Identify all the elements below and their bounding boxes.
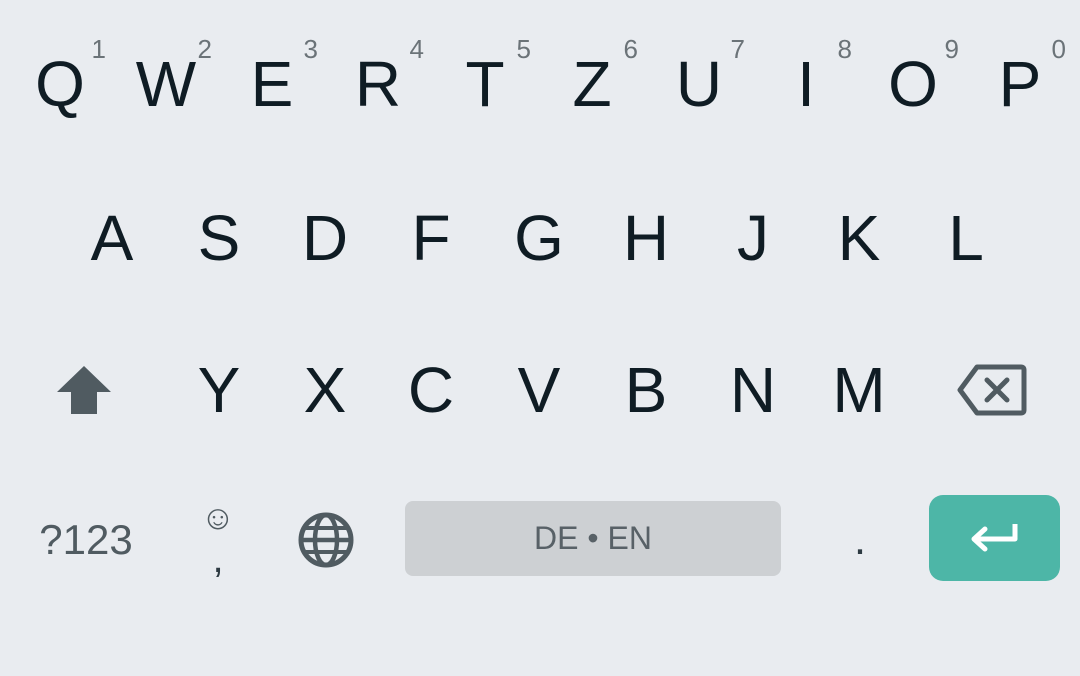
key-k[interactable]: K (807, 168, 911, 308)
keyboard: Q1 W2 E3 R4 T5 Z6 U7 I8 O9 P0 A S D F G … (0, 0, 1080, 676)
key-label: R (354, 48, 402, 120)
comma-emoji-key[interactable]: ☺ , (170, 480, 266, 600)
key-o[interactable]: O9 (861, 10, 965, 150)
key-y[interactable]: Y (167, 320, 271, 460)
key-hint: 9 (944, 34, 959, 64)
key-m[interactable]: M (807, 320, 911, 460)
key-j[interactable]: J (701, 168, 805, 308)
key-c[interactable]: C (379, 320, 483, 460)
comma-label: , (212, 537, 224, 581)
key-label: W (135, 48, 197, 120)
key-hint: 7 (730, 34, 745, 64)
key-h[interactable]: H (594, 168, 698, 308)
key-hint: 1 (91, 34, 106, 64)
key-z[interactable]: Z6 (540, 10, 644, 150)
globe-icon (298, 512, 354, 568)
key-n[interactable]: N (701, 320, 805, 460)
emoji-icon: ☺ (200, 499, 236, 537)
enter-key[interactable] (929, 495, 1060, 581)
key-label: O (888, 48, 938, 120)
key-label: P (998, 48, 1042, 120)
key-p[interactable]: P0 (968, 10, 1072, 150)
key-a[interactable]: A (60, 168, 164, 308)
key-w[interactable]: W2 (114, 10, 218, 150)
key-s[interactable]: S (167, 168, 271, 308)
key-label: I (797, 48, 815, 120)
key-e[interactable]: E3 (220, 10, 324, 150)
key-u[interactable]: U7 (647, 10, 751, 150)
key-hint: 5 (516, 34, 531, 64)
symbols-key[interactable]: ?123 (22, 480, 150, 600)
key-v[interactable]: V (487, 320, 591, 460)
key-hint: 0 (1051, 34, 1066, 64)
key-hint: 8 (837, 34, 852, 64)
key-label: Q (35, 48, 85, 120)
key-label: T (465, 48, 505, 120)
key-i[interactable]: I8 (754, 10, 858, 150)
key-hint: 2 (197, 34, 212, 64)
key-hint: 3 (303, 34, 318, 64)
key-l[interactable]: L (914, 168, 1018, 308)
enter-icon (971, 524, 1017, 552)
key-g[interactable]: G (487, 168, 591, 308)
key-x[interactable]: X (273, 320, 377, 460)
shift-icon (57, 366, 111, 414)
backspace-icon (957, 364, 1027, 416)
shift-key[interactable] (32, 320, 136, 460)
key-t[interactable]: T5 (433, 10, 537, 150)
key-b[interactable]: B (594, 320, 698, 460)
key-q[interactable]: Q1 (8, 10, 112, 150)
key-r[interactable]: R4 (326, 10, 430, 150)
delete-key[interactable] (940, 320, 1044, 460)
key-label: U (675, 48, 723, 120)
space-bar[interactable]: DE • EN (405, 501, 781, 576)
period-key[interactable]: . (810, 480, 910, 600)
key-label: Z (572, 48, 612, 120)
key-label: E (250, 48, 294, 120)
key-d[interactable]: D (273, 168, 377, 308)
language-switch-key[interactable] (276, 480, 376, 600)
key-f[interactable]: F (379, 168, 483, 308)
key-hint: 4 (409, 34, 424, 64)
key-hint: 6 (623, 34, 638, 64)
